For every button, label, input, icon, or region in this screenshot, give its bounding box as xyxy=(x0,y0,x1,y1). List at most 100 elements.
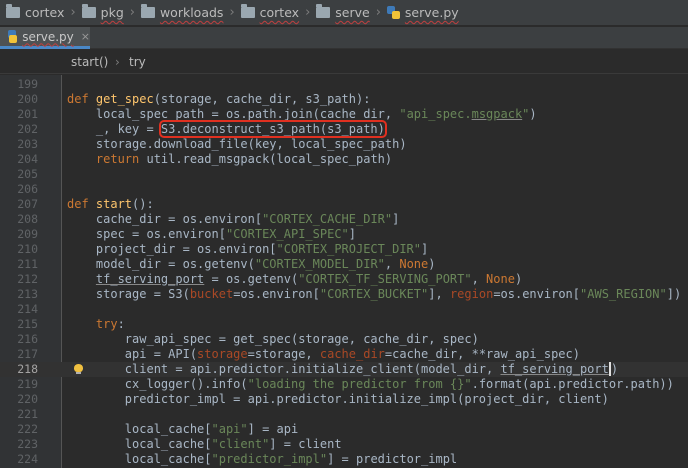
highlighted-expression: S3.deconstruct_s3_path(s3_path) xyxy=(158,120,387,138)
code-token: project_dir = os.environ[ xyxy=(67,242,277,256)
line-number: 199 xyxy=(17,77,38,91)
code-line[interactable]: 217 api = API(storage=storage, cache_dir… xyxy=(0,347,688,362)
code-token: try xyxy=(67,317,118,331)
code-text: local_spec_path = os.path.join(cache_dir… xyxy=(67,107,537,122)
code-token: ] = api xyxy=(247,422,299,436)
tab-serve-py[interactable]: serve.py × xyxy=(0,27,90,49)
code-token: ], xyxy=(428,287,450,301)
code-token: ) xyxy=(514,272,523,286)
chevron-right-icon: › xyxy=(115,54,120,69)
code-line[interactable]: 209 spec = os.environ["CORTEX_API_SPEC"] xyxy=(0,227,688,242)
code-line[interactable]: 222 local_cache["api"] = api xyxy=(0,422,688,437)
code-token: local_spec_path = os.path.join(cache_dir… xyxy=(67,107,400,121)
code-token: "CORTEX_TF_SERVING_PORT" xyxy=(298,272,472,286)
code-text: model_dir = os.getenv("CORTEX_MODEL_DIR"… xyxy=(67,257,436,272)
code-text: local_cache["predictor_impl"] = predicto… xyxy=(67,452,457,467)
code-token: =os.environ[ xyxy=(233,287,320,301)
code-line[interactable]: 221 xyxy=(0,407,688,422)
breadcrumb-label: pkg xyxy=(100,5,124,20)
folder-icon xyxy=(6,4,20,18)
line-number: 215 xyxy=(17,317,38,331)
code-line[interactable]: 216 raw_api_spec = get_spec(storage, cac… xyxy=(0,332,688,347)
code-token: (storage, cache_dir, s3_path): xyxy=(153,92,371,106)
code-token: def xyxy=(67,197,96,211)
code-token: raw_api_spec = get_spec(storage, cache_d… xyxy=(67,332,479,346)
line-number: 214 xyxy=(17,302,38,316)
code-token: ] = predictor_impl xyxy=(327,452,458,466)
code-text: raw_api_spec = get_spec(storage, cache_d… xyxy=(67,332,479,347)
code-token: local_cache[ xyxy=(67,437,212,451)
code-line[interactable]: 211 model_dir = os.getenv("CORTEX_MODEL_… xyxy=(0,257,688,272)
structure-breadcrumb: start() › try xyxy=(0,50,688,74)
code-line[interactable]: 202 _, key = S3.deconstruct_s3_path(s3_p… xyxy=(0,120,688,138)
structure-block[interactable]: try xyxy=(129,55,146,69)
code-token: (): xyxy=(132,197,154,211)
line-number: 217 xyxy=(17,347,38,361)
code-line[interactable]: 208 cache_dir = os.environ["CORTEX_CACHE… xyxy=(0,212,688,227)
code-editor[interactable]: 199 200 def get_spec(storage, cache_dir, s… xyxy=(0,75,688,468)
code-token: return xyxy=(67,152,147,166)
code-line[interactable]: 199 xyxy=(0,77,688,92)
code-line[interactable]: 219 cx_logger().info("loading the predic… xyxy=(0,377,688,392)
code-line[interactable]: 210 project_dir = os.environ["CORTEX_PRO… xyxy=(0,242,688,257)
code-token: tf_serving_port xyxy=(95,272,205,286)
line-number: 216 xyxy=(17,332,38,346)
code-token: ]) xyxy=(666,287,682,301)
code-token: "loading the predictor from {}" xyxy=(247,377,472,391)
code-line[interactable]: 200 def get_spec(storage, cache_dir, s3_p… xyxy=(0,92,688,107)
code-line[interactable]: 206 xyxy=(0,182,688,197)
code-text: storage = S3(bucket=os.environ["CORTEX_B… xyxy=(67,287,681,302)
code-line[interactable]: 207 def start(): xyxy=(0,197,688,212)
breadcrumb-item[interactable]: workloads xyxy=(137,4,227,20)
python-file-icon xyxy=(8,30,18,43)
code-line[interactable]: 212 tf_serving_port = os.getenv("CORTEX_… xyxy=(0,272,688,287)
code-line[interactable]: 203 storage.download_file(key, local_spe… xyxy=(0,137,688,152)
code-line[interactable]: 215 try: xyxy=(0,317,688,332)
editor-tab-bar: serve.py × xyxy=(0,27,688,49)
breadcrumb-item[interactable]: cortex xyxy=(237,4,303,20)
line-number: 222 xyxy=(17,422,38,436)
close-tab-icon[interactable]: × xyxy=(81,30,90,43)
code-token: : xyxy=(117,317,125,331)
code-token: ] xyxy=(392,212,400,226)
line-number: 218 xyxy=(17,362,38,376)
line-number: 201 xyxy=(17,107,38,121)
code-line[interactable]: 214 xyxy=(0,302,688,317)
code-token: "CORTEX_CACHE_DIR" xyxy=(262,212,393,226)
line-number: 207 xyxy=(17,197,38,211)
code-token: =os.environ[ xyxy=(493,287,581,301)
code-text: return util.read_msgpack(local_spec_path… xyxy=(67,152,392,167)
code-token: None xyxy=(399,257,429,271)
code-line[interactable]: 223 local_cache["client"] = client xyxy=(0,437,688,452)
code-token: predictor_impl = api.predictor.initializ… xyxy=(67,392,609,406)
code-token: storage = S3( xyxy=(67,287,190,301)
code-line[interactable]: 220 predictor_impl = api.predictor.initi… xyxy=(0,392,688,407)
structure-function[interactable]: start() xyxy=(71,55,108,69)
code-line[interactable]: 201 local_spec_path = os.path.join(cache… xyxy=(0,107,688,122)
code-line[interactable]: 218 client = api.predictor.initialize_cl… xyxy=(0,362,688,377)
breadcrumb-item[interactable]: serve.py xyxy=(383,5,463,20)
code-token: "api" xyxy=(211,422,248,436)
breadcrumb-label: cortex xyxy=(259,5,300,20)
line-number: 221 xyxy=(17,407,38,421)
breadcrumb-label: cortex xyxy=(25,5,65,20)
breadcrumb-item[interactable]: serve xyxy=(312,4,373,20)
code-line[interactable]: 213 storage = S3(bucket=os.environ["CORT… xyxy=(0,287,688,302)
code-token: =cache_dir, **raw_api_spec) xyxy=(384,347,580,361)
code-token: =storage, xyxy=(247,347,320,361)
line-number: 212 xyxy=(17,272,38,286)
code-token: model_dir = os.getenv( xyxy=(67,257,255,271)
code-token: "client" xyxy=(211,437,270,451)
folder-icon xyxy=(140,4,155,18)
python-file-icon xyxy=(386,6,400,19)
code-line[interactable]: 224 local_cache["predictor_impl"] = pred… xyxy=(0,452,688,467)
breadcrumb-item[interactable]: pkg xyxy=(78,4,128,20)
code-text: try: xyxy=(67,317,125,332)
code-token: local_cache[ xyxy=(67,422,212,436)
breadcrumb-item[interactable]: cortex xyxy=(2,4,68,20)
code-token: ) xyxy=(610,362,619,376)
line-number: 204 xyxy=(17,152,38,166)
code-line[interactable]: 204 return util.read_msgpack(local_spec_… xyxy=(0,152,688,167)
code-line[interactable]: 205 xyxy=(0,167,688,182)
folder-icon xyxy=(81,4,96,18)
